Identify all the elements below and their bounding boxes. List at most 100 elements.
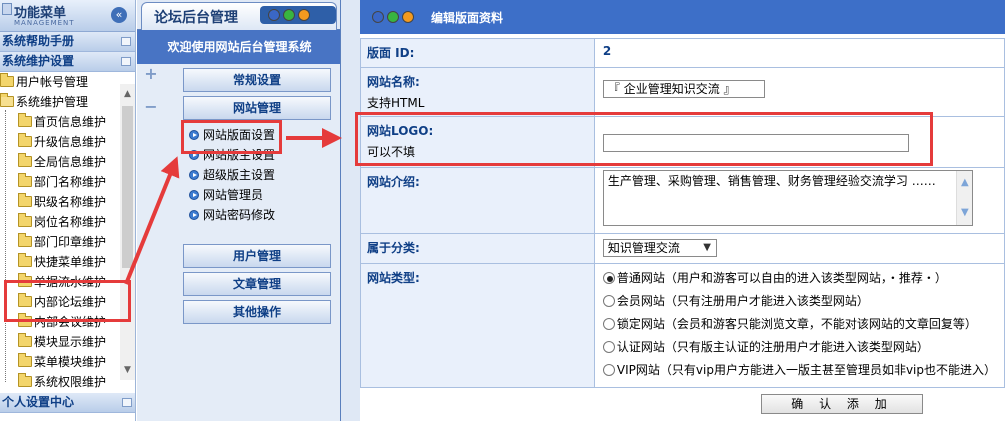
tree-item-label: 首页信息维护 bbox=[34, 115, 107, 129]
site-name-note: 支持HTML bbox=[367, 96, 425, 110]
radio-icon[interactable] bbox=[602, 295, 615, 307]
category-article-management[interactable]: 文章管理 bbox=[183, 272, 331, 296]
link-site-admins[interactable]: 网站管理员 bbox=[189, 185, 263, 205]
scroll-up-icon[interactable]: ▲ bbox=[122, 88, 133, 100]
tree-item-label: 模块显示维护 bbox=[34, 335, 107, 349]
site-intro-textarea[interactable]: 生产管理、采购管理、销售管理、财务管理经验交流学习 …… ▲ ▼ bbox=[602, 170, 973, 226]
forum-admin-panel: 论坛后台管理 欢迎使用网站后台管理系统 + − 常规设置 网站管理 网站版面设置… bbox=[137, 0, 342, 421]
arrow-bullet-icon bbox=[189, 170, 199, 180]
category-select[interactable]: 知识管理交流 ▼ bbox=[602, 239, 717, 257]
folder-open-icon bbox=[0, 93, 14, 107]
folder-icon bbox=[18, 133, 32, 147]
tree-item[interactable]: 首页信息维护 bbox=[0, 112, 120, 132]
group-label: 个人设置中心 bbox=[2, 395, 75, 409]
orange-dot-icon[interactable] bbox=[402, 11, 414, 23]
category-user-management[interactable]: 用户管理 bbox=[183, 244, 331, 268]
group-personal-center[interactable]: 个人设置中心 bbox=[0, 393, 135, 413]
category-label: 属于分类: bbox=[360, 233, 595, 264]
tree-item-label: 用户帐号管理 bbox=[16, 75, 89, 89]
tree-item-label: 升级信息维护 bbox=[34, 135, 107, 149]
tree-item[interactable]: 升级信息维护 bbox=[0, 132, 120, 152]
site-type-option-label: 普通网站（用户和游客可以自由的进入该类型网站，・推荐・） bbox=[616, 271, 947, 285]
scroll-down-icon[interactable]: ▼ bbox=[960, 205, 970, 221]
form-row-site-name: 网站名称: 支持HTML 『 企业管理知识交流 』 bbox=[360, 67, 1005, 117]
form-row-board-id: 版面 ID: 2 bbox=[360, 38, 1005, 68]
folder-icon bbox=[18, 233, 32, 247]
site-type-option[interactable]: 会员网站（只有注册用户才能进入该类型网站） bbox=[602, 290, 996, 313]
expand-plus-icon[interactable]: + bbox=[144, 66, 158, 82]
site-type-option[interactable]: 普通网站（用户和游客可以自由的进入该类型网站，・推荐・） bbox=[602, 267, 996, 290]
textarea-scrollbar[interactable]: ▲ ▼ bbox=[955, 171, 972, 225]
category-other-operations[interactable]: 其他操作 bbox=[183, 300, 331, 324]
forum-admin-tab[interactable]: 论坛后台管理 bbox=[141, 2, 337, 30]
confirm-add-button[interactable]: 确 认 添 加 bbox=[761, 394, 923, 414]
group-label: 系统帮助手册 bbox=[2, 34, 75, 48]
tree-item[interactable]: 系统维护管理 bbox=[0, 92, 120, 112]
folder-icon bbox=[18, 333, 32, 347]
site-name-input[interactable]: 『 企业管理知识交流 』 bbox=[602, 80, 765, 98]
tree-item[interactable]: 菜单模块维护 bbox=[0, 352, 120, 372]
scroll-down-icon[interactable]: ▼ bbox=[122, 364, 133, 376]
orange-dot-icon[interactable] bbox=[298, 9, 310, 21]
tree-item[interactable]: 快捷菜单维护 bbox=[0, 252, 120, 272]
folder-icon bbox=[18, 373, 32, 387]
category-general-settings[interactable]: 常规设置 bbox=[183, 68, 331, 92]
blue-dot-icon[interactable] bbox=[268, 9, 280, 21]
site-type-option-label: 锁定网站（会员和游客只能浏览文章，不能对该网站的文章回复等） bbox=[616, 317, 977, 331]
radio-icon[interactable] bbox=[602, 272, 615, 284]
tree-item-label: 职级名称维护 bbox=[34, 195, 107, 209]
link-super-moderator-settings[interactable]: 超级版主设置 bbox=[189, 165, 275, 185]
folder-icon bbox=[18, 193, 32, 207]
edit-board-panel: 编辑版面资料 版面 ID: 2 网站名称: 支持HTML 『 企业管理知识交流 … bbox=[360, 0, 1005, 421]
site-name-label: 网站名称: bbox=[367, 75, 420, 89]
group-label: 系统维护设置 bbox=[2, 54, 75, 68]
site-type-option[interactable]: 锁定网站（会员和游客只能浏览文章，不能对该网站的文章回复等） bbox=[602, 313, 996, 336]
group-help-manual[interactable]: 系统帮助手册 bbox=[0, 32, 135, 52]
group-toggle-icon bbox=[122, 398, 132, 407]
scroll-thumb[interactable] bbox=[122, 106, 133, 268]
tree-item-label: 菜单模块维护 bbox=[34, 355, 107, 369]
green-dot-icon[interactable] bbox=[387, 11, 399, 23]
collapse-minus-icon[interactable]: − bbox=[144, 99, 158, 115]
radio-icon[interactable] bbox=[602, 318, 615, 330]
menu-scrollbar[interactable]: ▲ ▼ bbox=[120, 84, 135, 380]
form-row-site-type: 网站类型: 普通网站（用户和游客可以自由的进入该类型网站，・推荐・） 会员网站（只… bbox=[360, 263, 1005, 388]
board-id-value: 2 bbox=[602, 44, 612, 58]
tree-item[interactable]: 全局信息维护 bbox=[0, 152, 120, 172]
tree-item[interactable]: 部门名称维护 bbox=[0, 172, 120, 192]
folder-icon bbox=[18, 153, 32, 167]
site-type-label: 网站类型: bbox=[360, 263, 595, 388]
green-dot-icon[interactable] bbox=[283, 9, 295, 21]
form-row-category: 属于分类: 知识管理交流 ▼ bbox=[360, 233, 1005, 264]
site-type-option[interactable]: VIP网站（只有vip用户方能进入一版主甚至管理员如非vip也不能进入） bbox=[602, 359, 996, 382]
tree-item[interactable]: 模块显示维护 bbox=[0, 332, 120, 352]
tree-item-label: 全局信息维护 bbox=[34, 155, 107, 169]
tree-item[interactable]: 用户帐号管理 bbox=[0, 72, 120, 92]
folder-icon bbox=[18, 253, 32, 267]
tree-item-label: 系统维护管理 bbox=[16, 95, 89, 109]
site-type-option-label: 认证网站（只有版主认证的注册用户才能进入该类型网站） bbox=[616, 340, 929, 354]
tree-item[interactable]: 职级名称维护 bbox=[0, 192, 120, 212]
tree-item[interactable]: 系统权限维护 bbox=[0, 372, 120, 390]
tree-item[interactable]: 部门印章维护 bbox=[0, 232, 120, 252]
chevron-down-icon: ▼ bbox=[703, 242, 711, 253]
link-site-password[interactable]: 网站密码修改 bbox=[189, 205, 275, 225]
window-controls bbox=[260, 6, 336, 24]
edit-board-form: 版面 ID: 2 网站名称: 支持HTML 『 企业管理知识交流 』 网站LOG… bbox=[360, 38, 1005, 388]
tree-item[interactable]: 岗位名称维护 bbox=[0, 212, 120, 232]
radio-icon[interactable] bbox=[602, 364, 615, 376]
group-toggle-icon bbox=[121, 57, 131, 66]
edit-panel-title: 编辑版面资料 bbox=[431, 11, 504, 25]
forum-tabbar: 论坛后台管理 bbox=[137, 0, 342, 30]
form-row-site-intro: 网站介绍: 生产管理、采购管理、销售管理、财务管理经验交流学习 …… ▲ ▼ bbox=[360, 167, 1005, 234]
folder-icon bbox=[0, 73, 14, 87]
forum-tab-title: 论坛后台管理 bbox=[154, 10, 238, 26]
group-toggle-icon bbox=[121, 37, 131, 46]
category-site-management[interactable]: 网站管理 bbox=[183, 96, 331, 120]
collapse-icon[interactable]: « bbox=[111, 7, 127, 23]
site-type-option[interactable]: 认证网站（只有版主认证的注册用户才能进入该类型网站） bbox=[602, 336, 996, 359]
radio-icon[interactable] bbox=[602, 341, 615, 353]
blue-dot-icon[interactable] bbox=[372, 11, 384, 23]
scroll-up-icon[interactable]: ▲ bbox=[960, 175, 970, 191]
group-system-maintenance[interactable]: 系统维护设置 bbox=[0, 52, 135, 72]
